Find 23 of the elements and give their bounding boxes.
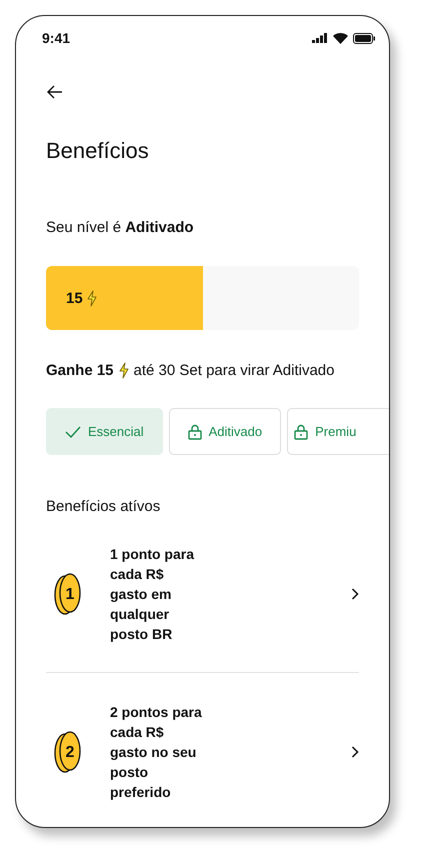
tier-tab[interactable]: Aditivado xyxy=(168,408,282,455)
level-text: Seu nível é Aditivado xyxy=(46,219,195,236)
wifi-icon xyxy=(333,32,348,44)
back-icon[interactable] xyxy=(46,83,64,101)
status-time: 9:41 xyxy=(42,30,70,46)
bolt-icon xyxy=(118,362,129,379)
tier-tab[interactable]: Essencial xyxy=(46,408,163,455)
benefit-text[interactable]: 2 pontos para cada R$ gasto no seu posto preferido xyxy=(110,702,202,802)
progress-value: 15 xyxy=(66,290,83,306)
check-icon xyxy=(65,426,81,438)
battery-icon xyxy=(353,32,375,44)
goal-text: até 30 Set para virar Aditivado xyxy=(134,362,334,379)
bolt-icon xyxy=(86,290,97,306)
tier-tab[interactable]: Premiu xyxy=(287,408,389,455)
goal-amount: Ganhe 15 xyxy=(46,362,114,379)
section-title: Benefícios atívos xyxy=(46,498,162,515)
lock-icon xyxy=(188,424,202,440)
signal-icon xyxy=(312,33,328,43)
lock-icon xyxy=(294,424,308,440)
chevron-icon[interactable] xyxy=(351,746,359,758)
chevron-icon[interactable] xyxy=(351,588,359,600)
benefit-text[interactable]: 1 ponto para cada R$ gasto em qualquer posto BR xyxy=(110,544,202,644)
page-title: Benefícios xyxy=(46,138,150,164)
